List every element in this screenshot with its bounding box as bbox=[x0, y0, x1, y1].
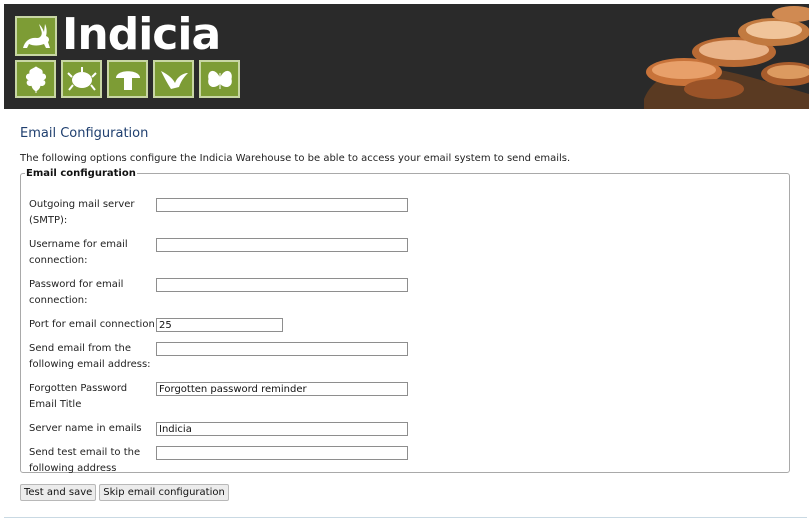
footer-divider bbox=[4, 517, 807, 518]
password-label: Password for email connection: bbox=[29, 279, 124, 306]
forgotten-password-title-input[interactable] bbox=[156, 382, 408, 396]
email-configuration-fieldset: Email configuration Outgoing mail server… bbox=[20, 168, 790, 474]
oak-leaf-icon bbox=[15, 60, 56, 98]
mushroom-icon bbox=[107, 60, 148, 98]
test-and-save-button[interactable]: Test and save bbox=[20, 484, 97, 501]
username-label: Username for email connection: bbox=[29, 239, 128, 266]
bird-icon bbox=[153, 60, 194, 98]
butterfly-icon bbox=[199, 60, 240, 98]
username-input[interactable] bbox=[156, 238, 408, 252]
rabbit-icon bbox=[15, 16, 57, 56]
server-name-label: Server name in emails bbox=[29, 423, 142, 434]
port-label: Port for email connection bbox=[29, 319, 155, 330]
from-address-label: Send email from the following email addr… bbox=[29, 343, 151, 370]
test-email-label: Send test email to the following address bbox=[29, 447, 141, 474]
fieldset-legend: Email configuration bbox=[26, 168, 136, 179]
beetle-icon bbox=[61, 60, 102, 98]
password-input[interactable] bbox=[156, 278, 408, 292]
page-title: Email Configuration bbox=[20, 126, 149, 141]
form-buttons: Test and save Skip email configuration bbox=[20, 484, 229, 501]
from-address-input[interactable] bbox=[156, 342, 408, 356]
header-banner: Indicia bbox=[4, 4, 809, 109]
smtp-server-input[interactable] bbox=[156, 198, 408, 212]
intro-text: The following options configure the Indi… bbox=[20, 153, 571, 164]
forgotten-password-title-label: Forgotten Password Email Title bbox=[29, 383, 128, 410]
logo-wordmark: Indicia bbox=[62, 9, 221, 60]
test-email-input[interactable] bbox=[156, 446, 408, 460]
bracket-fungus-image bbox=[624, 4, 809, 109]
skip-email-configuration-button[interactable]: Skip email configuration bbox=[99, 484, 229, 501]
port-input[interactable] bbox=[156, 318, 283, 332]
smtp-server-label: Outgoing mail server (SMTP): bbox=[29, 199, 135, 226]
server-name-input[interactable] bbox=[156, 422, 408, 436]
logo-tiles bbox=[15, 60, 240, 98]
